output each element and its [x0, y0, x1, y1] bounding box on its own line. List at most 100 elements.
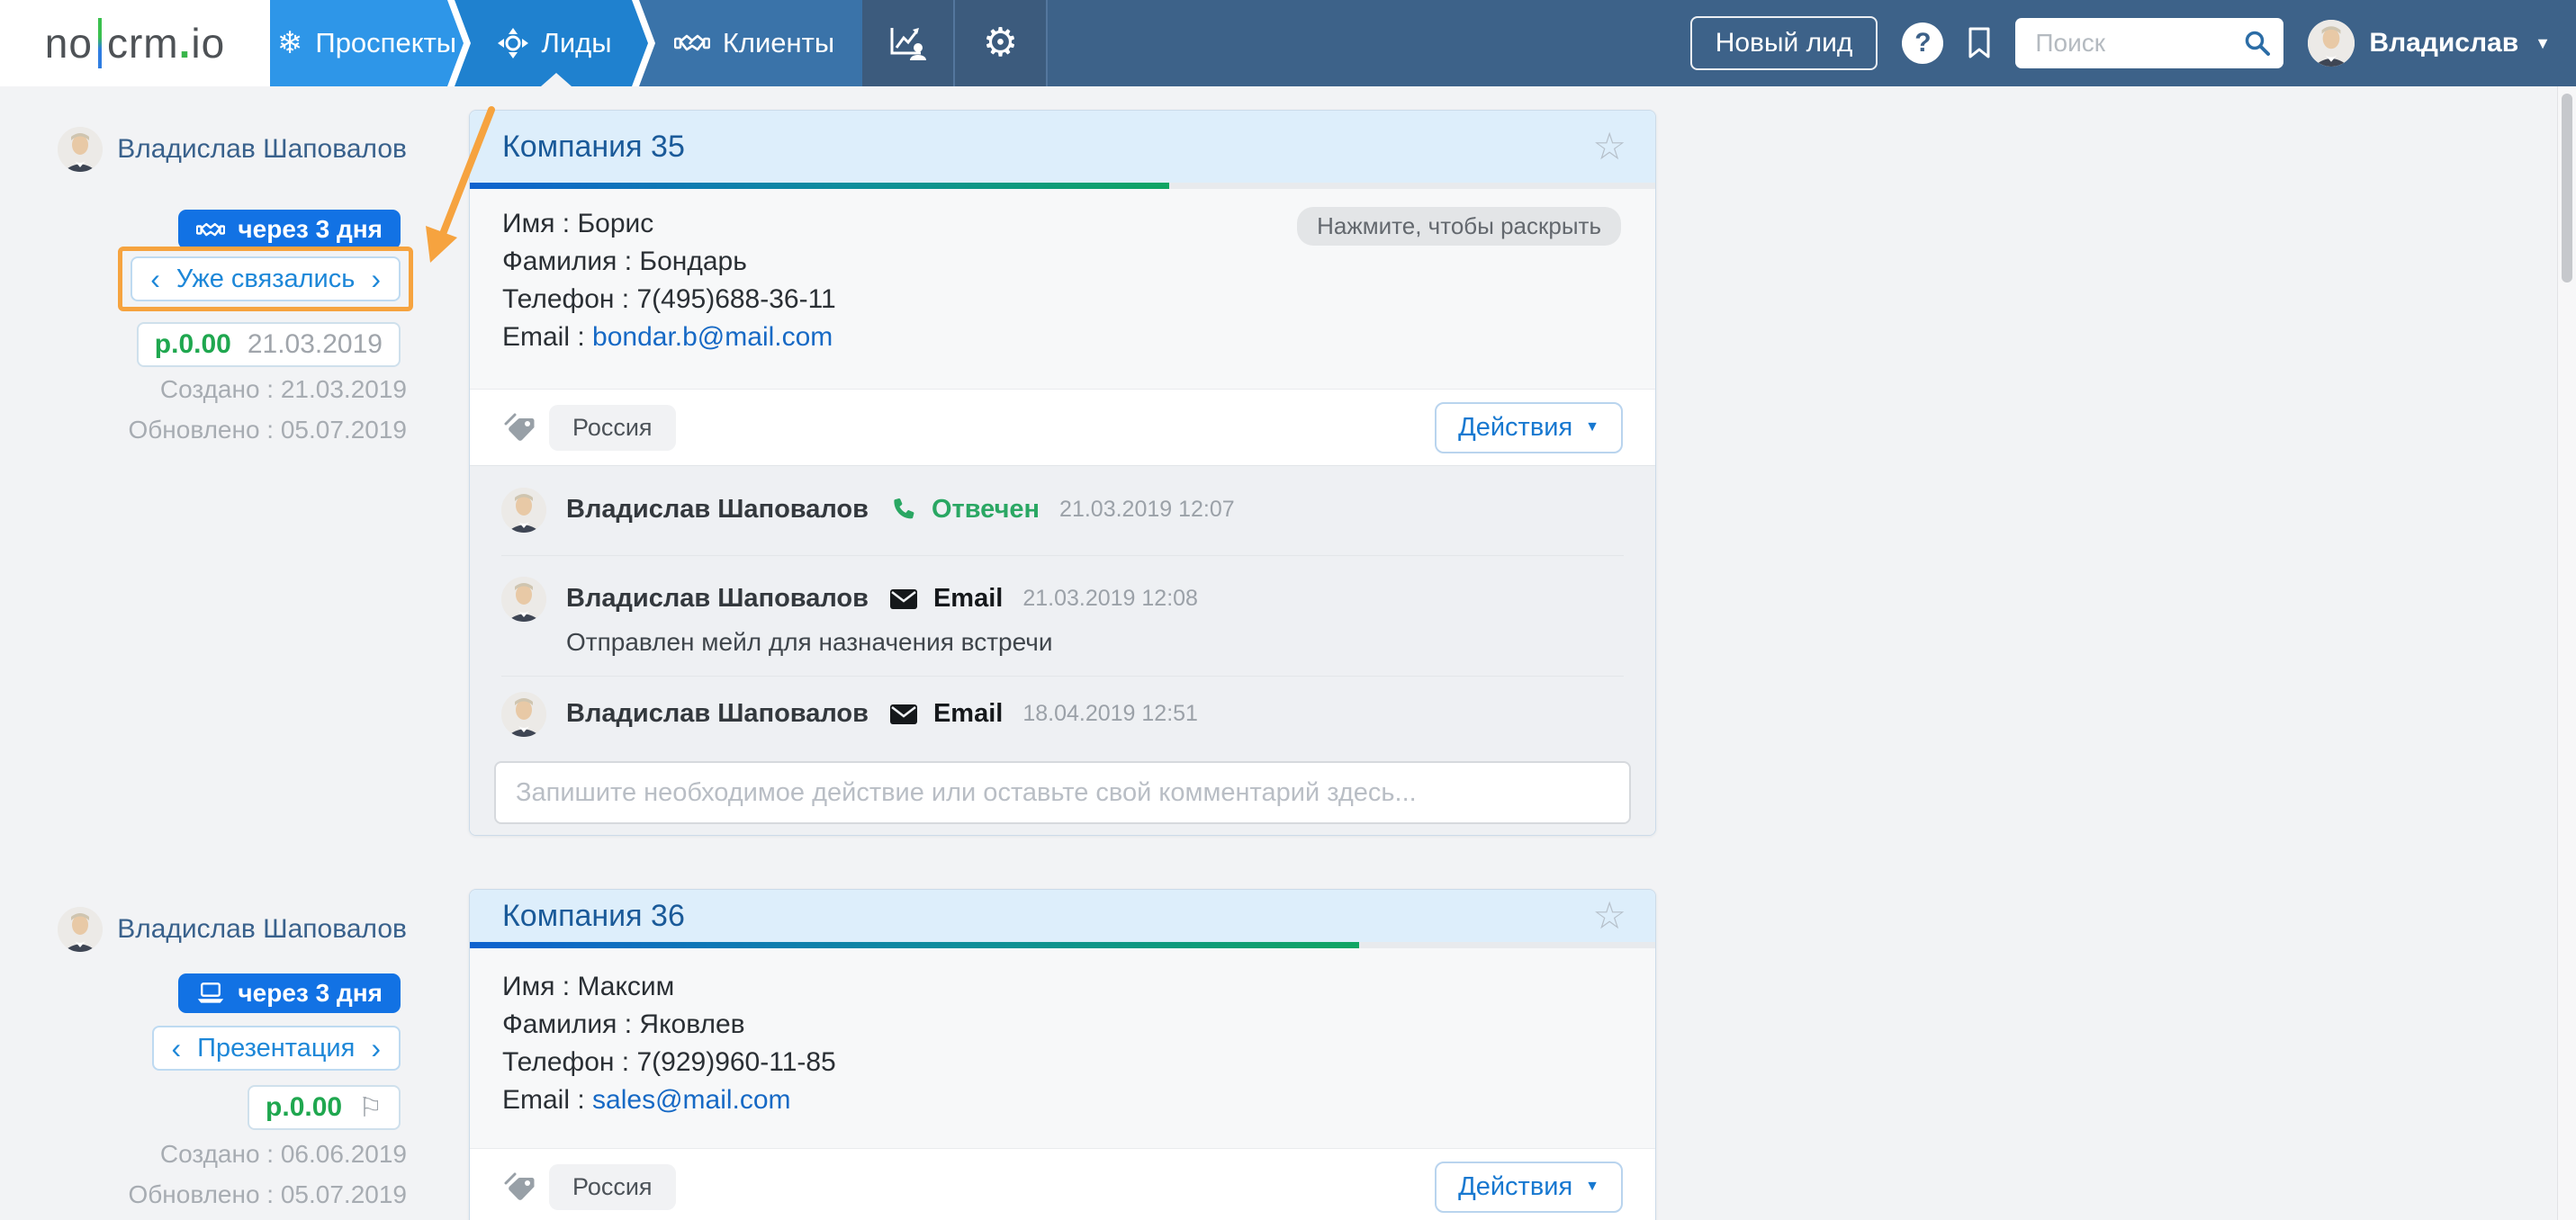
- tab-clients-label: Клиенты: [723, 27, 834, 59]
- step-prev-icon[interactable]: ‹: [150, 263, 160, 296]
- reminder-badge[interactable]: через 3 дня: [178, 210, 401, 249]
- search-input[interactable]: [2033, 28, 2235, 58]
- updated-date: Обновлено : 05.07.2019: [128, 416, 407, 444]
- amount-value: р.0.00: [155, 329, 231, 360]
- caret-down-icon: ▼: [1585, 419, 1599, 435]
- active-tab-notch: [541, 73, 572, 86]
- bookmark-icon[interactable]: [1968, 27, 1991, 59]
- avatar: [2308, 20, 2355, 67]
- phone-icon: [890, 498, 915, 523]
- handshake-icon: [674, 31, 710, 55]
- field-label: Телефон: [502, 284, 614, 314]
- star-icon[interactable]: ☆: [1592, 128, 1626, 166]
- nocrm-logo[interactable]: nocrm.io: [0, 0, 270, 86]
- field-value: 7(929)960-11-85: [636, 1047, 835, 1077]
- step-selector[interactable]: ‹ Презентация ›: [152, 1026, 401, 1071]
- created-date: Создано : 06.06.2019: [160, 1140, 407, 1169]
- progress-track: [470, 942, 1655, 948]
- app-root: nocrm.io ❄ Проспекты Лиды Клиенты: [0, 0, 2576, 1220]
- step-prev-icon[interactable]: ‹: [172, 1032, 182, 1065]
- tab-leads[interactable]: Лиды: [455, 0, 648, 86]
- entry-author: Владислав Шаповалов: [566, 495, 869, 525]
- amount-date: 21.03.2019: [248, 329, 383, 360]
- caret-down-icon: ▼: [2535, 34, 2551, 53]
- amount-date-box[interactable]: р.0.00 21.03.2019: [137, 322, 401, 367]
- user-name: Владислав: [2369, 28, 2518, 58]
- email-icon: [890, 704, 917, 724]
- tab-clients[interactable]: Клиенты: [639, 0, 862, 86]
- search-icon[interactable]: [2244, 30, 2271, 61]
- field-label: Email: [502, 322, 570, 352]
- email-icon: [890, 589, 917, 609]
- navbar-right-cluster: Новый лид ? Владислав ▼: [1690, 0, 2551, 86]
- new-lead-button[interactable]: Новый лид: [1690, 16, 1878, 70]
- reminder-badge[interactable]: через 3 дня: [178, 973, 401, 1013]
- tag-chip[interactable]: Россия: [549, 405, 676, 451]
- caret-down-icon: ▼: [1585, 1179, 1599, 1195]
- lead-owner: Владислав Шаповалов: [58, 127, 407, 172]
- reminder-label: через 3 дня: [238, 979, 383, 1008]
- tag-chip[interactable]: Россия: [549, 1164, 676, 1210]
- tab-settings[interactable]: ⚙: [955, 0, 1048, 86]
- flag-icon: ⚐: [358, 1092, 383, 1124]
- tab-statistics[interactable]: [862, 0, 955, 86]
- field-value: Борис: [577, 209, 653, 238]
- target-icon: [498, 28, 528, 58]
- updated-date: Обновлено : 05.07.2019: [128, 1180, 407, 1209]
- progress-fill: [470, 942, 1359, 948]
- step-next-icon[interactable]: ›: [371, 263, 381, 296]
- card-fields[interactable]: Нажмите, чтобы раскрыть Имя : Борис Фами…: [470, 189, 1655, 389]
- logo-text-no: no: [45, 19, 93, 67]
- avatar: [501, 692, 546, 737]
- actions-label: Действия: [1458, 413, 1572, 443]
- gear-icon: ⚙: [983, 23, 1018, 63]
- email-link[interactable]: sales@mail.com: [592, 1085, 791, 1115]
- avatar: [501, 488, 546, 533]
- tab-leads-label: Лиды: [541, 27, 611, 59]
- tab-prospects[interactable]: ❄ Проспекты: [270, 0, 464, 86]
- star-icon[interactable]: ☆: [1592, 897, 1626, 935]
- entry-event: Email: [933, 584, 1003, 614]
- handshake-icon: [196, 220, 225, 239]
- step-label: Уже связались: [176, 265, 355, 294]
- snowflake-icon: ❄: [277, 28, 303, 58]
- comment-input[interactable]: Запишите необходимое действие или оставь…: [494, 761, 1631, 824]
- annotation-highlight-rect: ‹ Уже связались ›: [118, 247, 413, 311]
- expand-hint: Нажмите, чтобы раскрыть: [1297, 207, 1621, 246]
- field-value: Бондарь: [639, 247, 746, 276]
- field-label: Телефон: [502, 1047, 614, 1077]
- lead-title[interactable]: Компания 36: [502, 899, 685, 934]
- field-label: Имя: [502, 972, 554, 1001]
- field-label: Фамилия: [502, 1009, 617, 1039]
- logo-cursor-bar: [98, 18, 102, 68]
- logo-text-io: io: [191, 19, 225, 67]
- entry-event: Отвечен: [932, 495, 1040, 525]
- search-box: [2015, 18, 2283, 68]
- help-icon[interactable]: ?: [1902, 22, 1943, 64]
- actions-button[interactable]: Действия ▼: [1435, 1162, 1623, 1213]
- timeline-entry: Владислав Шаповалов Email 18.04.2019 12:…: [501, 692, 1198, 737]
- card-header: Компания 35 ☆: [470, 111, 1655, 183]
- field-label: Фамилия: [502, 247, 617, 276]
- step-next-icon[interactable]: ›: [371, 1032, 381, 1065]
- lead-card-36: Компания 36 ☆ Имя : Максим Фамилия : Яко…: [469, 889, 1656, 1220]
- progress-track: [470, 183, 1655, 189]
- actions-button[interactable]: Действия ▼: [1435, 402, 1623, 453]
- scrollbar-thumb[interactable]: [2562, 94, 2572, 283]
- timeline-entry: Владислав Шаповалов Email 21.03.2019 12:…: [501, 577, 1198, 657]
- amount-flag-box[interactable]: р.0.00 ⚐: [248, 1085, 401, 1130]
- user-menu[interactable]: Владислав ▼: [2308, 20, 2551, 67]
- step-selector[interactable]: ‹ Уже связались ›: [131, 256, 401, 301]
- card-fields[interactable]: Имя : Максим Фамилия : Яковлев Телефон :…: [470, 948, 1655, 1148]
- field-value: Яковлев: [639, 1009, 744, 1039]
- logo-dot: .: [179, 19, 192, 67]
- field-label: Имя: [502, 209, 554, 238]
- tag-icon: [502, 1172, 535, 1201]
- entry-author: Владислав Шаповалов: [566, 584, 869, 614]
- email-link[interactable]: bondar.b@mail.com: [592, 322, 833, 352]
- activity-timeline: Владислав Шаповалов Отвечен 21.03.2019 1…: [470, 465, 1655, 836]
- lead-owner: Владислав Шаповалов: [58, 907, 407, 952]
- timeline-divider: [501, 676, 1624, 677]
- avatar: [501, 577, 546, 622]
- lead-title[interactable]: Компания 35: [502, 130, 685, 165]
